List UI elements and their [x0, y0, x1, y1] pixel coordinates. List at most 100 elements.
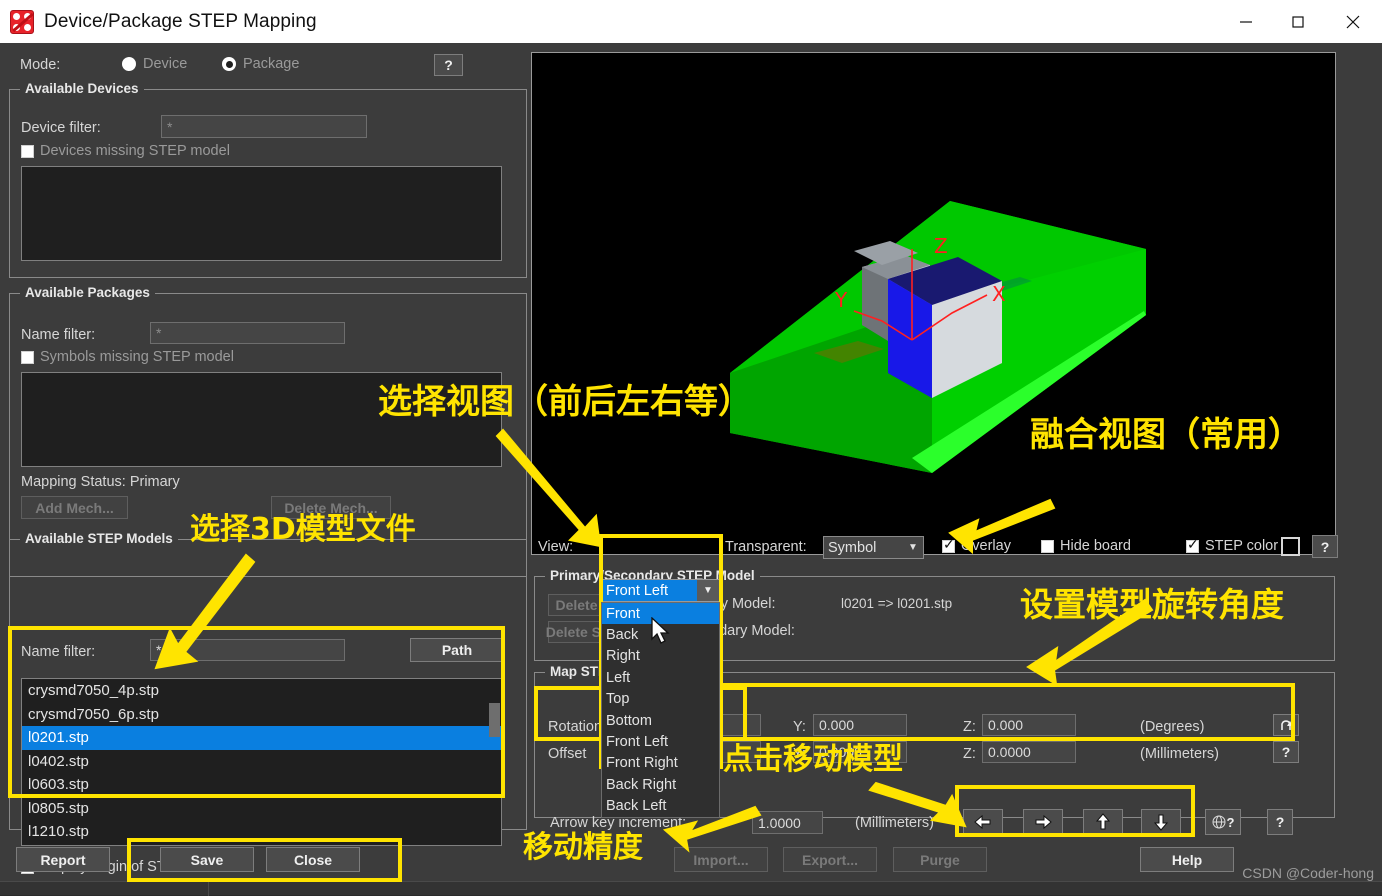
close-dialog-button[interactable]: Close: [266, 847, 360, 872]
mode-help-button[interactable]: ?: [434, 54, 463, 76]
arrow-down-icon: [1152, 811, 1170, 833]
view-option-right[interactable]: Right: [602, 646, 719, 667]
view-combo[interactable]: Front Left ▼: [601, 579, 720, 602]
rotate-icon-button[interactable]: [1273, 714, 1299, 736]
transparent-combo[interactable]: Symbol ▼: [823, 536, 924, 559]
radio-device[interactable]: Device: [122, 56, 187, 72]
watermark: CSDN @Coder-hong: [1242, 865, 1374, 881]
add-mech-button[interactable]: Add Mech...: [21, 496, 128, 519]
move-left-button[interactable]: [963, 809, 1003, 835]
offset-label: Offset: [548, 746, 586, 762]
package-name-filter-input[interactable]: *: [150, 322, 345, 344]
group-available-step-models-title: Available STEP Models: [20, 531, 178, 546]
view-option-left[interactable]: Left: [602, 667, 719, 688]
list-item[interactable]: l0805.stp: [22, 797, 501, 821]
import-button[interactable]: Import...: [674, 847, 768, 872]
overlay-label: Overlay: [961, 538, 1011, 554]
list-item[interactable]: l0201.stp: [22, 726, 501, 750]
radio-device-circle: [122, 57, 136, 71]
path-button[interactable]: Path: [410, 638, 504, 662]
mouse-cursor: [650, 617, 674, 647]
view-row-help-button[interactable]: ?: [1312, 535, 1338, 558]
rotation-y-input[interactable]: 0.000: [813, 714, 907, 736]
radio-package-label: Package: [243, 56, 299, 72]
hide-board-checkbox[interactable]: Hide board: [1041, 538, 1131, 554]
view-option-bottom[interactable]: Bottom: [602, 710, 719, 731]
symbols-missing-step-checkbox[interactable]: Symbols missing STEP model: [21, 349, 234, 365]
rotate-help-button[interactable]: ?: [1205, 809, 1241, 835]
overlay-checkbox-box: [942, 540, 955, 553]
annotation-overlay-view: 融合视图（常用）: [1030, 418, 1302, 452]
symbols-missing-step-label: Symbols missing STEP model: [40, 349, 234, 365]
devices-missing-step-checkbox[interactable]: Devices missing STEP model: [21, 143, 230, 159]
list-item[interactable]: l0402.stp: [22, 750, 501, 774]
help-button[interactable]: Help: [1140, 847, 1234, 872]
device-filter-label: Device filter:: [21, 120, 101, 136]
devices-missing-step-label: Devices missing STEP model: [40, 143, 230, 159]
arrow-up-icon: [1094, 811, 1112, 833]
list-item[interactable]: crysmd7050_4p.stp: [22, 679, 501, 703]
view-combo-value: Front Left: [602, 583, 697, 599]
view-option-back-right[interactable]: Back Right: [602, 774, 719, 795]
minimize-button[interactable]: [1220, 0, 1272, 43]
view-option-top[interactable]: Top: [602, 689, 719, 710]
view-option-front-right[interactable]: Front Right: [602, 753, 719, 774]
axis-label-x: X: [992, 282, 1006, 306]
move-down-button[interactable]: [1141, 809, 1181, 835]
report-button[interactable]: Report: [16, 847, 110, 872]
save-button[interactable]: Save: [160, 847, 254, 872]
step-models-list[interactable]: crysmd7050_4p.stp crysmd7050_6p.stp l020…: [21, 678, 502, 846]
chevron-down-icon: ▼: [903, 542, 923, 553]
rotation-units: (Degrees): [1140, 719, 1204, 735]
group-available-step-models: Available STEP Models Name filter: * Pat…: [9, 539, 527, 830]
purge-button[interactable]: Purge: [893, 847, 987, 872]
arrow-key-increment-input[interactable]: 1.0000: [752, 811, 823, 834]
rotation-z-input[interactable]: 0.000: [982, 714, 1076, 736]
list-scrollbar-thumb[interactable]: [489, 703, 500, 737]
axis-label-z: Z: [934, 234, 948, 258]
offset-z-input[interactable]: 0.0000: [982, 741, 1076, 763]
rotate-help-qmark: ?: [1227, 815, 1235, 830]
offset-units: (Millimeters): [1140, 746, 1219, 762]
move-right-button[interactable]: [1023, 809, 1063, 835]
chevron-down-icon: ▼: [697, 580, 719, 601]
step-name-filter-label: Name filter:: [21, 644, 95, 660]
view-label: View:: [538, 539, 573, 555]
list-item[interactable]: l1210.stp: [22, 820, 501, 844]
close-button[interactable]: [1324, 0, 1382, 43]
group-available-devices: Available Devices Device filter: * Devic…: [9, 89, 527, 278]
step-3d-viewport[interactable]: Z X Y: [531, 52, 1336, 555]
devices-missing-step-box: [21, 145, 34, 158]
dialog-body: Mode: Device Package ? Available Devices…: [0, 43, 1382, 895]
view-option-back-left[interactable]: Back Left: [602, 796, 719, 817]
step-3d-render: Z X Y: [532, 53, 1336, 555]
radio-package-circle: [222, 57, 236, 71]
window-title: Device/Package STEP Mapping: [44, 11, 317, 33]
arrow-row-help-button[interactable]: ?: [1267, 809, 1293, 835]
transparent-combo-value: Symbol: [824, 540, 903, 556]
mapping-status: Mapping Status: Primary: [21, 474, 180, 490]
move-up-button[interactable]: [1083, 809, 1123, 835]
radio-package[interactable]: Package: [222, 56, 299, 72]
overlay-checkbox[interactable]: Overlay: [942, 538, 1011, 554]
device-filter-input[interactable]: *: [161, 115, 367, 138]
export-button[interactable]: Export...: [783, 847, 877, 872]
annotation-select-view: 选择视图（前后左右等）: [378, 385, 752, 419]
rotation-label: Rotation: [548, 719, 602, 735]
axis-label-y: Y: [834, 288, 848, 312]
maximize-button[interactable]: [1272, 0, 1324, 43]
rotation-y-label: Y:: [793, 719, 806, 735]
view-option-front-left[interactable]: Front Left: [602, 731, 719, 752]
rotate-globe-icon: [1212, 815, 1226, 829]
hide-board-label: Hide board: [1060, 538, 1131, 554]
available-devices-list[interactable]: [21, 166, 502, 261]
offset-help-button[interactable]: ?: [1273, 741, 1299, 763]
list-item[interactable]: crysmd7050_6p.stp: [22, 703, 501, 727]
step-color-swatch[interactable]: [1281, 537, 1300, 556]
step-color-checkbox-box: [1186, 540, 1199, 553]
step-name-filter-input[interactable]: *: [150, 639, 345, 661]
list-item[interactable]: l0603.stp: [22, 773, 501, 797]
annotation-select-3d-file: 选择3D模型文件: [190, 515, 416, 545]
arrow-key-increment-units: (Millimeters): [855, 815, 934, 831]
step-color-checkbox[interactable]: STEP color: [1186, 538, 1278, 554]
